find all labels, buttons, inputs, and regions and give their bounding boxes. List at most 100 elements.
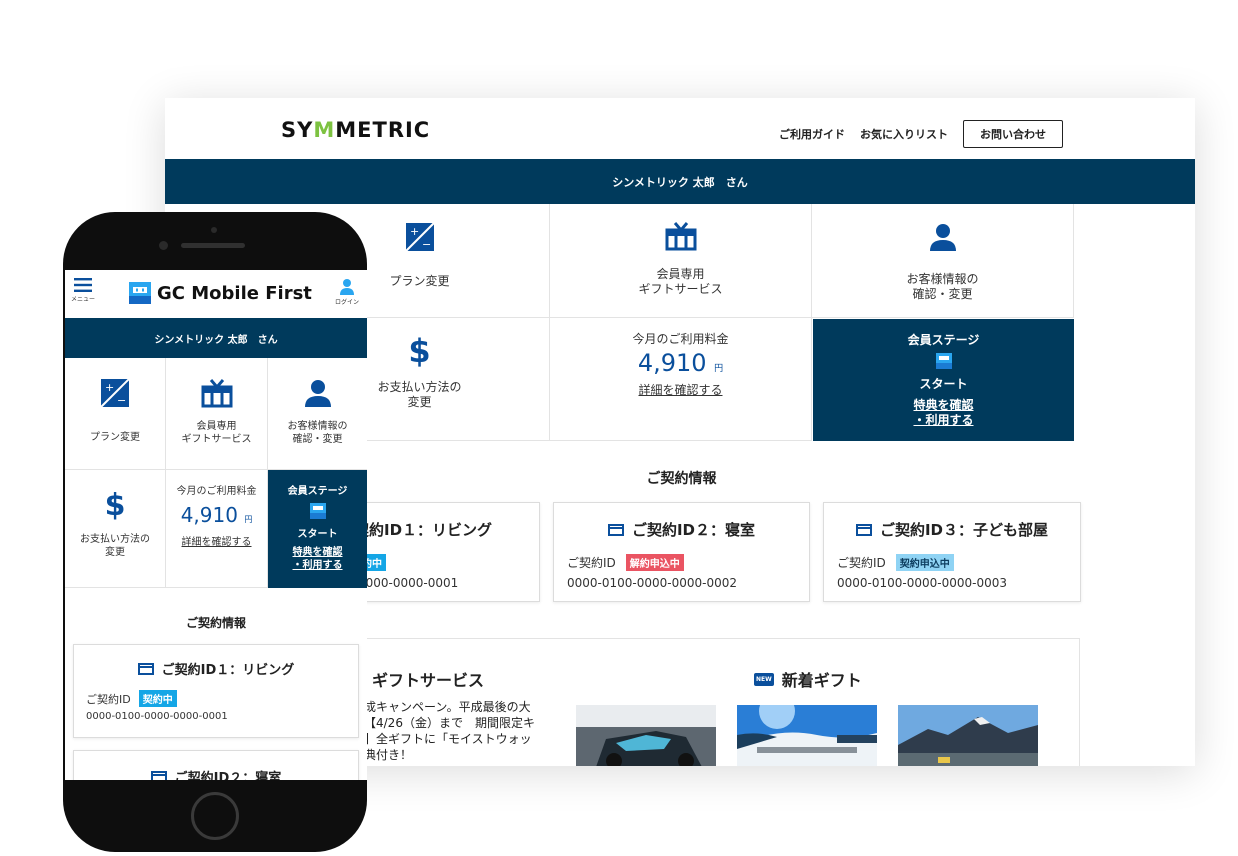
gc-mobile-first-logo[interactable]: GC Mobile First bbox=[129, 282, 312, 304]
stage-label: 会員ステージ bbox=[907, 333, 980, 347]
brand-logo-icon bbox=[129, 282, 151, 304]
brand-name: GC Mobile First bbox=[157, 282, 312, 304]
tile-gift-label-1: 会員専用 bbox=[656, 267, 705, 281]
user-name-band: シンメトリック 太郎 さん bbox=[165, 159, 1195, 204]
campaign-line-4: 典付き！ bbox=[364, 748, 413, 762]
stage-benefit-link-2[interactable]: ・利用する bbox=[913, 413, 973, 427]
mobile-tile-gift-label-1: 会員専用 bbox=[196, 421, 237, 432]
fee-value: 4,910 bbox=[637, 349, 707, 377]
mobile-header: メニュー GC Mobile First ログイン bbox=[65, 270, 367, 318]
mobile-contract-1-title: ご契約ID１：リビング bbox=[161, 663, 295, 678]
svg-text:+: + bbox=[105, 381, 114, 394]
stage-badge-icon bbox=[309, 503, 326, 519]
gift-service-panel: ギフトサービス 成キャンペーン。平成最後の大 【4/26（金）まで 期間限定キ … bbox=[355, 638, 1080, 766]
credit-card-icon bbox=[855, 523, 872, 536]
svg-text:+: + bbox=[410, 225, 419, 238]
stage-value: スタート bbox=[919, 377, 968, 391]
desktop-header: SYMMETRIC ご利用ガイド お気に入りリスト お問い合わせ bbox=[165, 98, 1195, 160]
gift-photo-ski[interactable] bbox=[737, 705, 877, 766]
contract-2-number: 0000-0100-0000-0000-0002 bbox=[567, 576, 738, 590]
menu-label: メニュー bbox=[70, 296, 95, 303]
user-icon bbox=[304, 380, 331, 407]
phone-home-button[interactable] bbox=[191, 792, 239, 840]
mobile-fee-value: 4,910 bbox=[180, 503, 238, 527]
tile-customer-info[interactable]: お客様情報の 確認・変更 bbox=[812, 204, 1074, 318]
contract-2-status-badge: 解約申込中 bbox=[625, 554, 684, 571]
new-gift-heading: NEW 新着ギフト bbox=[754, 667, 862, 691]
mobile-contract-1-id-label: ご契約ID bbox=[86, 692, 131, 706]
user-icon bbox=[929, 224, 956, 251]
user-icon bbox=[340, 279, 354, 295]
mobile-tile-monthly-fee: 今月のご利用料金 4,910 円 詳細を確認する bbox=[166, 470, 268, 588]
gift-photo-mountain[interactable] bbox=[898, 705, 1038, 766]
gift-icon bbox=[201, 379, 232, 408]
mobile-tile-customer-info[interactable]: お客様情報の 確認・変更 bbox=[268, 358, 367, 470]
tile-monthly-fee: 今月のご利用料金 4,910 円 詳細を確認する bbox=[550, 318, 812, 441]
stage-benefit-link-1[interactable]: 特典を確認 bbox=[913, 398, 973, 412]
fee-label: 今月のご利用料金 bbox=[632, 332, 729, 346]
mobile-tile-payment-label-2: 変更 bbox=[105, 547, 125, 558]
mobile-fee-amount: 4,910 円 bbox=[166, 503, 267, 527]
phone-frame: メニュー GC Mobile First ログイン シンメトリック 太郎 さん bbox=[63, 212, 367, 852]
nav-favorites-link[interactable]: お気に入りリスト bbox=[860, 126, 948, 142]
svg-text:−: − bbox=[117, 394, 126, 407]
logo-text-post: METRIC bbox=[335, 118, 431, 142]
hamburger-icon bbox=[74, 278, 92, 292]
logo-text-pre: SY bbox=[281, 118, 314, 142]
mobile-tile-gift-service[interactable]: 会員専用 ギフトサービス bbox=[166, 358, 268, 470]
credit-card-icon bbox=[607, 523, 624, 536]
mobile-tile-profile-label-2: 確認・変更 bbox=[292, 434, 343, 445]
nav-guide-link[interactable]: ご利用ガイド bbox=[779, 126, 845, 142]
stage-badge-icon bbox=[935, 353, 952, 369]
symetric-logo[interactable]: SYMMETRIC bbox=[281, 118, 430, 142]
contract-2-id-label: ご契約ID bbox=[567, 556, 616, 570]
new-badge-icon: NEW bbox=[754, 672, 774, 686]
mobile-fee-unit: 円 bbox=[244, 515, 253, 524]
mobile-contract-card-1[interactable]: ご契約ID１：リビング ご契約ID 契約中 0000-0100-0000-000… bbox=[73, 644, 359, 738]
campaign-line-3: 】全ギフトに「モイストウォッ bbox=[364, 732, 532, 746]
mobile-tile-profile-label-1: お客様情報の bbox=[287, 421, 348, 432]
contract-3-number: 0000-0100-0000-0000-0003 bbox=[837, 576, 1008, 590]
mobile-tile-payment-method[interactable]: $ お支払い方法の 変更 bbox=[65, 470, 166, 588]
contact-button[interactable]: お問い合わせ bbox=[963, 120, 1063, 148]
contract-2-title: ご契約ID２：寝室 bbox=[631, 521, 756, 539]
tile-profile-label-2: 確認・変更 bbox=[912, 287, 973, 301]
credit-card-icon bbox=[137, 662, 154, 675]
fee-detail-link[interactable]: 詳細を確認する bbox=[550, 381, 811, 398]
contract-card-2[interactable]: ご契約ID２：寝室 ご契約ID 解約申込中 0000-0100-0000-000… bbox=[553, 502, 810, 602]
tile-gift-service[interactable]: 会員専用 ギフトサービス bbox=[550, 204, 812, 318]
mobile-tile-gift-label-2: ギフトサービス bbox=[181, 434, 252, 445]
contract-3-id-label: ご契約ID bbox=[837, 556, 886, 570]
credit-card-icon bbox=[150, 770, 167, 780]
mobile-tile-payment-label-1: お支払い方法の bbox=[80, 534, 150, 545]
mobile-fee-label: 今月のご利用料金 bbox=[176, 486, 257, 497]
fee-unit: 円 bbox=[714, 364, 724, 374]
campaign-line-2: 【4/26（金）まで 期間限定キ bbox=[364, 716, 535, 730]
contract-1-title: 契約ID１：リビング bbox=[354, 521, 493, 539]
plan-change-icon: + − bbox=[100, 378, 130, 408]
phone-sensor bbox=[211, 227, 217, 233]
mobile-tile-plan-label: プラン変更 bbox=[90, 432, 140, 443]
gift-photo-vehicle[interactable] bbox=[576, 705, 716, 766]
mobile-contract-1-status-badge: 契約中 bbox=[138, 690, 177, 707]
contract-3-status-badge: 契約申込中 bbox=[895, 554, 954, 571]
mobile-login-button[interactable]: ログイン bbox=[333, 278, 361, 306]
mobile-user-name: シンメトリック 太郎 さん bbox=[154, 334, 278, 346]
fee-amount: 4,910 円 bbox=[550, 349, 811, 377]
mobile-stage-value: スタート bbox=[297, 529, 338, 540]
logo-mark: M bbox=[313, 118, 336, 142]
tile-profile-label-1: お客様情報の bbox=[906, 272, 979, 286]
mobile-fee-detail-link[interactable]: 詳細を確認する bbox=[166, 533, 267, 548]
mobile-stage-label: 会員ステージ bbox=[287, 486, 348, 497]
mobile-user-band: シンメトリック 太郎 さん bbox=[65, 318, 367, 358]
svg-text:−: − bbox=[422, 238, 431, 251]
mobile-contract-card-2[interactable]: ご契約ID２：寝室 bbox=[73, 750, 359, 780]
mobile-stage-benefit-link-1[interactable]: 特典を確認 bbox=[293, 547, 343, 558]
mobile-tile-plan-change[interactable]: + − プラン変更 bbox=[65, 358, 166, 470]
mobile-screen: メニュー GC Mobile First ログイン シンメトリック 太郎 さん bbox=[65, 270, 367, 780]
contract-card-3[interactable]: ご契約ID３：子ども部屋 ご契約ID 契約申込中 0000-0100-0000-… bbox=[823, 502, 1081, 602]
mobile-stage-benefit-link-2[interactable]: ・利用する bbox=[293, 560, 343, 571]
mobile-menu-button[interactable]: メニュー bbox=[69, 278, 97, 303]
gift-campaign-text[interactable]: 成キャンペーン。平成最後の大 【4/26（金）まで 期間限定キ 】全ギフトに「モ… bbox=[364, 699, 554, 763]
mobile-tile-member-stage: 会員ステージ スタート 特典を確認 ・利用する bbox=[268, 470, 367, 588]
